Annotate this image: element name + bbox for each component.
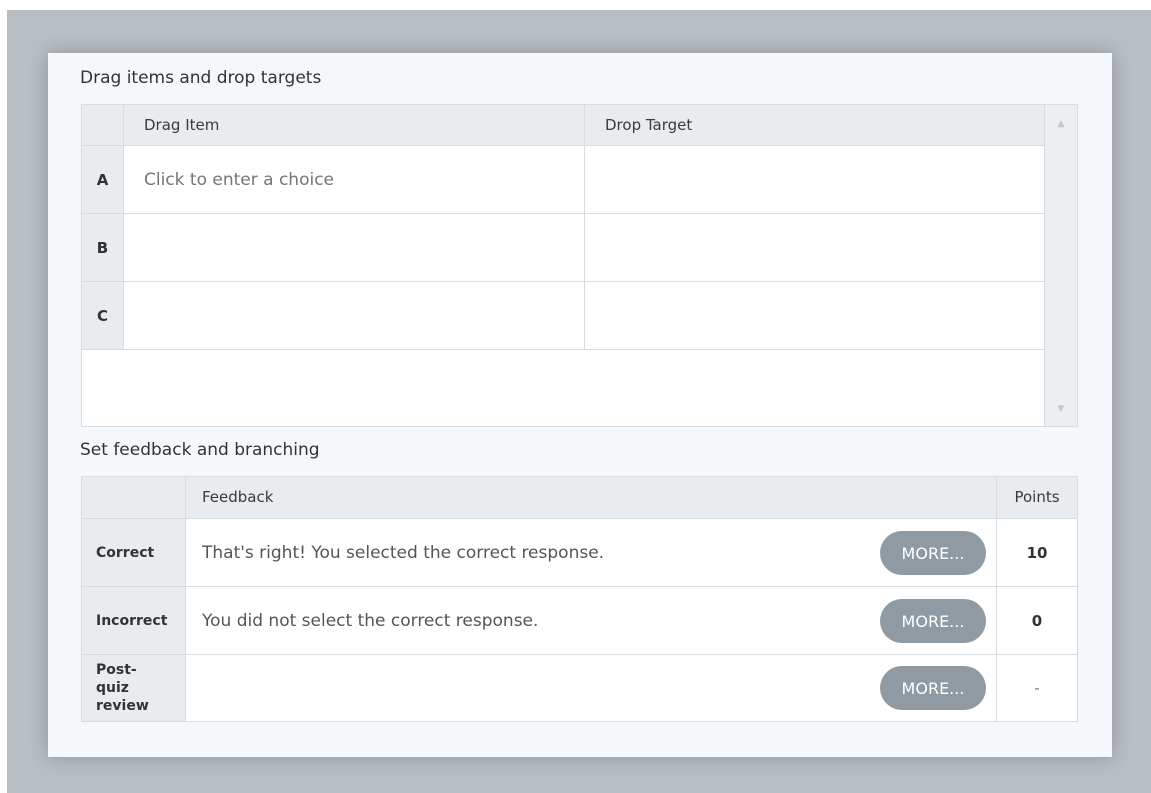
drag-row-b: B — [82, 214, 1045, 282]
more-button-correct[interactable]: MORE... — [880, 531, 986, 575]
drag-table-header: Drag Item Drop Target — [82, 105, 1045, 146]
feedback-header: Feedback — [186, 477, 997, 518]
points-header: Points — [1014, 488, 1060, 506]
header-letter-cell — [82, 105, 124, 145]
drag-row-c: C — [82, 282, 1045, 350]
more-button-incorrect[interactable]: MORE... — [880, 599, 986, 643]
drag-item-header: Drag Item — [124, 105, 585, 145]
scroll-down-icon[interactable]: ▼ — [1045, 392, 1077, 426]
drop-target-header: Drop Target — [605, 116, 693, 134]
feedback-section-title: Set feedback and branching — [80, 440, 320, 460]
feedback-row-post-quiz-review: Post-quiz review MORE... - — [82, 655, 1077, 721]
drag-item-input-c[interactable] — [124, 282, 585, 349]
question-editor-panel: Drag items and drop targets Drag Item Dr… — [48, 53, 1112, 757]
drag-drop-table: Drag Item Drop Target A Click to enter a… — [81, 104, 1078, 427]
row-letter: A — [82, 146, 124, 213]
more-button-post-quiz[interactable]: MORE... — [880, 666, 986, 710]
drop-target-input-c[interactable] — [585, 282, 1045, 349]
scroll-up-icon[interactable]: ▲ — [1045, 107, 1077, 141]
header-label-cell — [82, 477, 186, 518]
vertical-scrollbar[interactable]: ▲ ▼ — [1044, 105, 1077, 426]
feedback-input-correct[interactable]: That's right! You selected the correct r… — [186, 519, 997, 586]
feedback-input-incorrect[interactable]: You did not select the correct response. — [186, 587, 997, 654]
points-input-post-quiz[interactable]: - — [997, 655, 1077, 721]
drag-row-a: A Click to enter a choice — [82, 146, 1045, 214]
feedback-row-incorrect: Incorrect You did not select the correct… — [82, 587, 1077, 655]
row-letter: C — [82, 282, 124, 349]
points-input-incorrect[interactable]: 0 — [997, 587, 1077, 654]
row-label: Incorrect — [82, 587, 186, 654]
row-label: Post-quiz review — [82, 655, 186, 721]
drop-target-input-b[interactable] — [585, 214, 1045, 281]
feedback-row-correct: Correct That's right! You selected the c… — [82, 519, 1077, 587]
row-label: Correct — [82, 519, 186, 586]
drag-item-input-a[interactable]: Click to enter a choice — [124, 146, 585, 213]
feedback-table: Feedback Points Correct That's right! Yo… — [81, 476, 1078, 722]
drag-item-input-b[interactable] — [124, 214, 585, 281]
feedback-input-post-quiz[interactable] — [186, 655, 997, 721]
row-letter: B — [82, 214, 124, 281]
points-input-correct[interactable]: 10 — [997, 519, 1077, 586]
feedback-table-header: Feedback Points — [82, 477, 1077, 519]
drag-section-title: Drag items and drop targets — [80, 68, 322, 88]
drop-target-input-a[interactable] — [585, 146, 1045, 213]
